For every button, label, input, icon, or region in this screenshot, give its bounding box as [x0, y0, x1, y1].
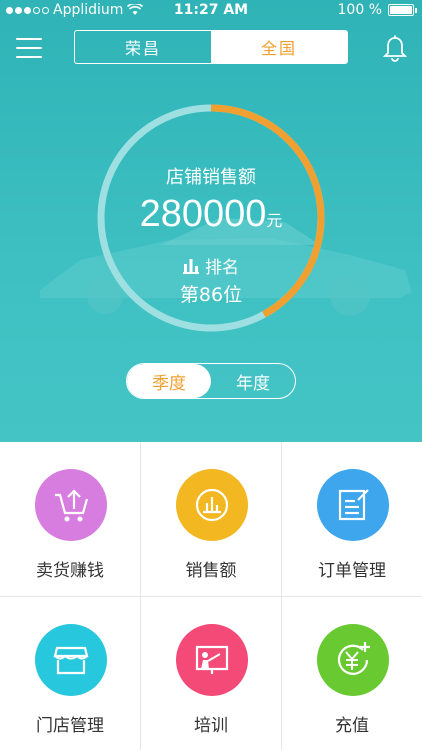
- battery-group: 100 %: [337, 2, 417, 18]
- grid-item-sales[interactable]: 销售额: [141, 442, 281, 596]
- grid-item-recharge[interactable]: 充值: [282, 597, 422, 750]
- menu-icon[interactable]: [16, 38, 42, 58]
- cart-upload-icon: [35, 469, 107, 541]
- battery-icon: [388, 4, 417, 16]
- grid-item-label: 门店管理: [36, 716, 104, 736]
- sales-amount: 280000: [139, 193, 267, 235]
- grid-item-label: 订单管理: [318, 561, 386, 581]
- rank-value: 第86位: [179, 284, 243, 306]
- sales-unit: 元: [266, 213, 283, 230]
- ranking-icon: [183, 258, 199, 274]
- grid-item-label: 销售额: [185, 561, 237, 581]
- period-year[interactable]: 年度: [211, 364, 295, 398]
- grid-item-training[interactable]: 培训: [141, 597, 281, 750]
- bell-icon[interactable]: [382, 35, 408, 63]
- grid-item-sell-goods[interactable]: 卖货赚钱: [0, 442, 140, 596]
- rank-label: 排名: [205, 258, 239, 278]
- feature-grid: 卖货赚钱 销售额 订单管理 门店管理 培训 充值: [0, 442, 422, 750]
- region-segmented-control: 荣昌 全国: [74, 30, 348, 64]
- period-toggle: 季度 年度: [126, 363, 296, 399]
- segment-nationwide[interactable]: 全国: [211, 31, 347, 63]
- grid-item-label: 培训: [194, 716, 228, 736]
- sales-title: 店铺销售额: [166, 167, 256, 188]
- order-edit-icon: [317, 469, 389, 541]
- battery-percent: 100 %: [337, 2, 382, 18]
- rank-label-row: 排名: [96, 253, 326, 278]
- grid-item-label: 充值: [335, 716, 369, 736]
- grid-item-store-management[interactable]: 门店管理: [0, 597, 140, 750]
- sales-summary: 店铺销售额 280000元 排名 第86位: [96, 103, 326, 333]
- storefront-icon: [35, 624, 107, 696]
- bar-chart-icon: [176, 469, 248, 541]
- grid-item-orders[interactable]: 订单管理: [282, 442, 422, 596]
- sales-amount-row: 280000元: [96, 193, 326, 236]
- segment-rongchang[interactable]: 荣昌: [75, 31, 211, 63]
- training-board-icon: [176, 624, 248, 696]
- yuan-plus-icon: [317, 624, 389, 696]
- period-quarter[interactable]: 季度: [127, 364, 211, 398]
- status-bar: Applidium 11:27 AM 100 %: [0, 0, 422, 22]
- grid-item-label: 卖货赚钱: [36, 561, 104, 581]
